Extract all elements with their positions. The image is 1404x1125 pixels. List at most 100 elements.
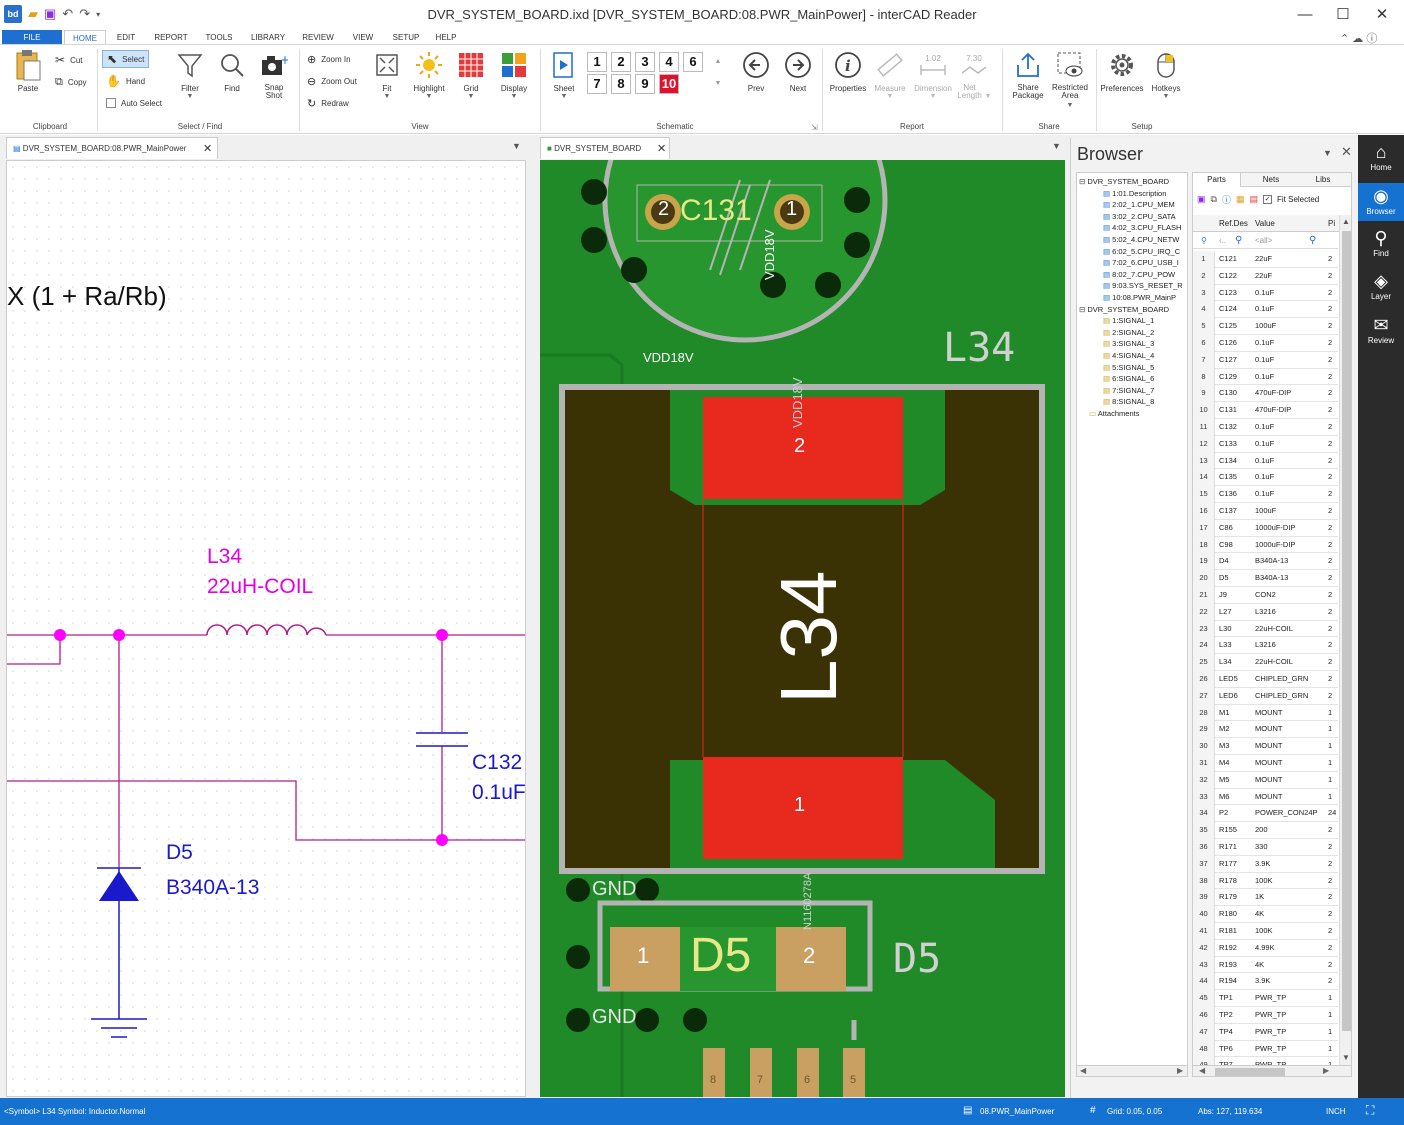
sheet-6-button[interactable]: 6 [683,52,703,72]
fit-button[interactable]: Fit ▼ [370,49,404,100]
sheet-7-button[interactable]: 7 [587,74,607,94]
column-ref-des[interactable]: Ref.Des [1219,215,1248,232]
table-row[interactable]: 20 D5 B340A-13 2 [1193,570,1338,587]
search-icon[interactable]: ⚲ [1235,232,1242,249]
tree-item[interactable]: ▭ Attachments [1077,408,1187,420]
d5-ref-label[interactable]: D5 [893,936,941,982]
tab-report[interactable]: REPORT [150,30,192,45]
tree-item[interactable]: ▤ 7:SIGNAL_7 [1077,385,1187,397]
paste-button[interactable]: Paste [6,49,50,93]
table-row[interactable]: 7 C127 0.1uF 2 [1193,351,1338,369]
properties-button[interactable]: i Properties [826,49,870,93]
grid-button[interactable]: Grid ▼ [454,49,488,100]
net-length-button[interactable]: 7.30 Net Length ▼ [954,49,994,101]
zoom-in-button[interactable]: ⊕ Zoom In [307,50,351,68]
display-button[interactable]: Display ▼ [495,49,533,100]
cut-button[interactable]: ✂ Cut [55,51,83,69]
table-row[interactable]: 43 R193 4K 2 [1193,956,1338,974]
restricted-area-button[interactable]: Restricted Area ▼ [1050,49,1090,109]
sheet-button[interactable]: Sheet ▼ [546,49,582,100]
snap-shot-button[interactable]: + Snap Shot [256,49,292,100]
capacitor-ref-label[interactable]: C132 [472,751,522,775]
c131-silk-label[interactable]: C131 [680,194,752,228]
status-sheet[interactable]: 08.PWR_MainPower [980,1107,1054,1116]
table-row[interactable]: 15 C136 0.1uF 2 [1193,486,1338,503]
tab-help[interactable]: HELP [430,30,462,45]
table-row[interactable]: 26 LED5 CHIPLED_GRN 2 [1193,671,1338,688]
scroll-up-icon[interactable]: ▲ [707,52,729,72]
sidebar-item-find[interactable]: ⚲ Find [1358,227,1404,258]
column-value[interactable]: Value [1255,215,1275,232]
scroll-right-icon[interactable]: ▶ [1323,1066,1329,1075]
hand-button[interactable]: ✋ Hand [106,72,145,90]
table-row[interactable]: 23 L30 22uH-COIL 2 [1193,620,1338,638]
capacitor-value-label[interactable]: 0.1uF [472,781,525,805]
minimize-button[interactable]: — [1291,4,1319,26]
tab-setup[interactable]: SETUP [388,30,424,45]
search-icon[interactable]: ⚲ [1309,232,1316,249]
fullscreen-icon[interactable]: ⛶ [1366,1103,1374,1118]
tree-item[interactable]: ▤ 1:SIGNAL_1 [1077,315,1187,327]
scroll-up-icon[interactable]: ▲ [1342,217,1350,226]
diode-symbol[interactable] [99,871,139,901]
scroll-down-icon[interactable]: ▼ [1342,1053,1350,1062]
tab-libs[interactable]: Libs [1299,173,1347,187]
hotkeys-button[interactable]: Hotkeys ▼ [1146,49,1186,100]
sidebar-item-browser[interactable]: ◉ Browser [1358,183,1404,221]
status-unit[interactable]: INCH [1326,1107,1346,1116]
next-button[interactable]: Next [780,49,816,93]
tab-home[interactable]: HOME [64,30,106,45]
table-row[interactable]: 21 J9 CON2 2 [1193,587,1338,604]
filter-button[interactable]: Filter ▼ [172,49,208,100]
pcb-canvas[interactable]: 2 1 C131 VDD18V VDD18V VDD18V L34 L34 2 … [540,160,1065,1097]
table-row[interactable]: 47 TP4 PWR_TP 1 [1193,1023,1338,1041]
tab-list-dropdown-icon[interactable]: ▼ [512,141,521,151]
table-row[interactable]: 30 M3 MOUNT 1 [1193,738,1338,755]
table-row[interactable]: 19 D4 B340A-13 2 [1193,553,1338,571]
sheet-2-button[interactable]: 2 [611,52,631,72]
column-pins[interactable]: Pi [1328,215,1335,232]
close-button[interactable]: ✕ [1368,4,1396,26]
prev-button[interactable]: Prev [738,49,774,93]
table-row[interactable]: 40 R180 4K 2 [1193,906,1338,923]
tree-item[interactable]: ▤ 8:SIGNAL_8 [1077,396,1187,408]
tree-item[interactable]: ▤ 6:SIGNAL_6 [1077,373,1187,385]
table-row[interactable]: 2 C122 22uF 2 [1193,267,1338,285]
tree-item[interactable]: ▤ 3:SIGNAL_3 [1077,338,1187,350]
scroll-left-icon[interactable]: ◀ [1080,1066,1086,1075]
table-row[interactable]: 22 L27 L3216 2 [1193,603,1338,621]
scroll-down-icon[interactable]: ▼ [707,74,729,94]
tree-item[interactable]: ⊟ DVR_SYSTEM_BOARD [1077,176,1187,188]
tab-edit[interactable]: EDIT [110,30,142,45]
table-row[interactable]: 25 L34 22uH-COIL 2 [1193,654,1338,671]
table-row[interactable]: 14 C135 0.1uF 2 [1193,469,1338,487]
tree-item[interactable]: ▤ 4:02_3.CPU_FLASH [1077,222,1187,234]
diode-value-label[interactable]: B340A-13 [166,876,259,900]
l34-silk-label[interactable]: L34 [943,325,1015,371]
table-row[interactable]: 4 C124 0.1uF 2 [1193,301,1338,319]
zoom-out-button[interactable]: ⊖ Zoom Out [307,72,357,90]
table-row[interactable]: 9 C130 470uF-DIP 2 [1193,385,1338,403]
table-row[interactable]: 35 R155 200 2 [1193,822,1338,839]
close-tab-icon[interactable]: ✕ [203,138,212,160]
table-row[interactable]: 24 L33 L3216 2 [1193,637,1338,655]
table-row[interactable]: 48 TP6 PWR_TP 1 [1193,1040,1338,1058]
table-row[interactable]: 31 M4 MOUNT 1 [1193,755,1338,772]
sheet-4-button[interactable]: 4 [659,52,679,72]
doc-tab-pcb[interactable]: ■ DVR_SYSTEM_BOARD ✕ [540,137,670,159]
table-row[interactable]: 29 M2 MOUNT 1 [1193,721,1338,739]
table-row[interactable]: 38 R178 100K 2 [1193,872,1338,890]
tab-library[interactable]: LIBRARY [246,30,290,45]
table-row[interactable]: 10 C131 470uF-DIP 2 [1193,402,1338,419]
sheet-8-button[interactable]: 8 [611,74,631,94]
copy-icon[interactable]: ⧉ [1211,194,1217,205]
tree-item[interactable]: ▤ 3:02_2.CPU_SATA [1077,211,1187,223]
table-row[interactable]: 37 R177 3.9K 2 [1193,855,1338,873]
save-icon[interactable]: ▣ [1197,194,1206,205]
scroll-right-icon[interactable]: ▶ [1177,1066,1183,1075]
table-row[interactable]: 12 C133 0.1uF 2 [1193,435,1338,453]
auto-select-checkbox[interactable]: Auto Select [106,94,162,112]
tree-item[interactable]: ▤ 9:03.SYS_RESET_R [1077,280,1187,292]
table-row[interactable]: 27 LED6 CHIPLED_GRN 2 [1193,687,1338,705]
table-row[interactable]: 46 TP2 PWR_TP 1 [1193,1007,1338,1024]
